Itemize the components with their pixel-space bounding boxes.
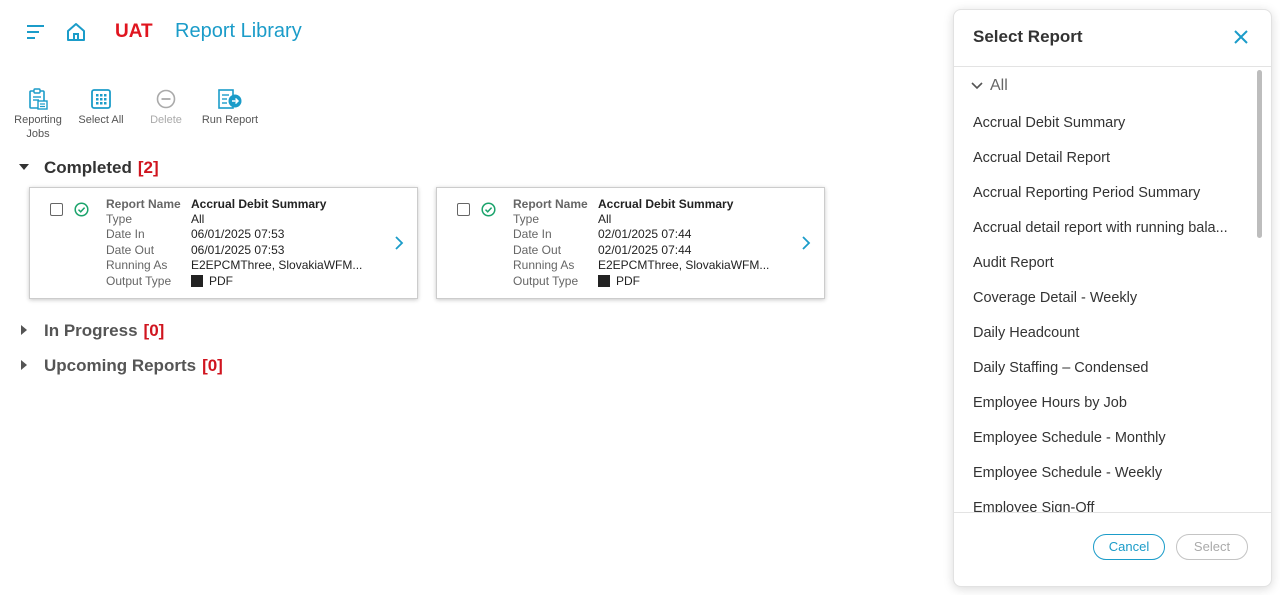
list-item[interactable]: Employee Sign-Off bbox=[973, 500, 1243, 512]
caret-right-icon bbox=[18, 359, 36, 374]
reporting-jobs-button[interactable]: Reporting Jobs bbox=[10, 88, 66, 141]
output-type-label: Output Type bbox=[106, 274, 172, 289]
check-circle-icon bbox=[481, 202, 496, 217]
upcoming-label: Upcoming Reports bbox=[44, 356, 197, 375]
select-report-panel: Select Report All Accrual Debit Summary … bbox=[953, 9, 1272, 587]
page-title: Report Library bbox=[175, 20, 302, 42]
date-in-label: Date In bbox=[106, 227, 145, 242]
reporting-jobs-label: Reporting Jobs bbox=[14, 114, 62, 140]
type-value: All bbox=[191, 212, 205, 227]
in-progress-label: In Progress bbox=[44, 321, 138, 340]
report-list: All Accrual Debit Summary Accrual Detail… bbox=[954, 67, 1254, 512]
grid-select-icon bbox=[91, 89, 111, 109]
date-in-value: 02/01/2025 07:44 bbox=[598, 227, 692, 242]
completed-label: Completed bbox=[44, 158, 132, 177]
date-out-value: 06/01/2025 07:53 bbox=[191, 242, 285, 257]
caret-right-icon bbox=[18, 324, 36, 339]
type-label: Type bbox=[106, 212, 133, 227]
panel-title: Select Report bbox=[973, 27, 1083, 46]
date-out-label: Date Out bbox=[106, 242, 155, 257]
select-all-button[interactable]: Select All bbox=[76, 88, 126, 127]
in-progress-count: [0] bbox=[143, 321, 165, 340]
clipboard-icon bbox=[29, 88, 48, 110]
scrollbar[interactable] bbox=[1257, 67, 1263, 512]
completed-section-toggle[interactable]: Completed [2] bbox=[18, 158, 159, 178]
date-out-value: 02/01/2025 07:44 bbox=[598, 242, 692, 257]
report-card[interactable]: Report Name Accrual Debit Summary Type All… bbox=[29, 187, 418, 299]
list-item[interactable]: Audit Report bbox=[973, 255, 1243, 271]
upcoming-count: [0] bbox=[202, 356, 223, 375]
chevron-right-icon[interactable] bbox=[800, 235, 812, 251]
list-item[interactable]: Accrual Reporting Period Summary bbox=[973, 185, 1243, 201]
list-item[interactable]: Employee Schedule - Weekly bbox=[973, 465, 1243, 481]
upcoming-section-toggle[interactable]: Upcoming Reports [0] bbox=[18, 356, 223, 376]
divider bbox=[954, 512, 1271, 513]
check-circle-icon bbox=[74, 202, 89, 217]
list-item[interactable]: Daily Staffing – Condensed bbox=[973, 360, 1243, 376]
delete-label: Delete bbox=[150, 114, 182, 126]
type-label: Type bbox=[513, 212, 540, 227]
environment-label: UAT bbox=[115, 21, 153, 42]
list-item[interactable]: Accrual Debit Summary bbox=[973, 115, 1243, 131]
output-type-value: PDF bbox=[209, 274, 233, 289]
running-as-label: Running As bbox=[513, 257, 575, 272]
caret-down-icon bbox=[18, 161, 36, 176]
list-item[interactable]: Accrual Detail Report bbox=[973, 150, 1243, 166]
run-report-button[interactable]: Run Report bbox=[198, 88, 262, 127]
card-checkbox[interactable] bbox=[50, 203, 63, 216]
date-out-label: Date Out bbox=[513, 242, 562, 257]
output-type-label: Output Type bbox=[513, 274, 579, 289]
run-report-label: Run Report bbox=[201, 114, 259, 126]
cancel-button[interactable]: Cancel bbox=[1093, 534, 1165, 560]
chevron-right-icon[interactable] bbox=[393, 235, 405, 251]
output-type-value: PDF bbox=[616, 274, 640, 289]
in-progress-section-toggle[interactable]: In Progress [0] bbox=[18, 321, 164, 341]
report-card[interactable]: Report Name Accrual Debit Summary Type All… bbox=[436, 187, 825, 299]
pdf-icon bbox=[598, 275, 610, 288]
list-item[interactable]: Employee Hours by Job bbox=[973, 395, 1243, 411]
top-bar: UAT Report Library bbox=[0, 0, 940, 64]
list-item[interactable]: Accrual detail report with running bala.… bbox=[973, 220, 1243, 236]
close-icon[interactable] bbox=[1232, 28, 1250, 46]
running-as-label: Running As bbox=[106, 257, 168, 272]
list-item[interactable]: Daily Headcount bbox=[973, 325, 1243, 341]
minus-circle-icon bbox=[156, 89, 176, 109]
run-report-icon bbox=[218, 89, 242, 109]
running-as-value: E2EPCMThree, SlovakiaWFM... bbox=[191, 257, 363, 272]
card-fields: Report Name Accrual Debit Summary Type All… bbox=[513, 197, 770, 289]
select-all-label: Select All bbox=[78, 114, 124, 126]
card-fields: Report Name Accrual Debit Summary Type All… bbox=[106, 197, 363, 289]
report-name-value: Accrual Debit Summary bbox=[598, 197, 734, 211]
pdf-icon bbox=[191, 275, 203, 288]
running-as-value: E2EPCMThree, SlovakiaWFM... bbox=[598, 257, 770, 272]
date-in-label: Date In bbox=[513, 227, 552, 242]
completed-count: [2] bbox=[137, 158, 159, 177]
scrollbar-thumb[interactable] bbox=[1257, 70, 1262, 238]
list-item[interactable]: Coverage Detail - Weekly bbox=[973, 290, 1243, 306]
hamburger-icon[interactable] bbox=[26, 22, 46, 42]
report-name-label: Report Name bbox=[513, 197, 588, 211]
chevron-down-icon bbox=[971, 82, 983, 90]
report-name-value: Accrual Debit Summary bbox=[191, 197, 327, 211]
report-name-label: Report Name bbox=[106, 197, 181, 211]
delete-button[interactable]: Delete bbox=[144, 88, 188, 127]
all-label: All bbox=[990, 77, 1008, 94]
card-checkbox[interactable] bbox=[457, 203, 470, 216]
home-icon[interactable] bbox=[65, 21, 87, 43]
select-button[interactable]: Select bbox=[1176, 534, 1248, 560]
all-group-toggle[interactable]: All bbox=[970, 77, 1008, 95]
list-item[interactable]: Employee Schedule - Monthly bbox=[973, 430, 1243, 446]
type-value: All bbox=[598, 212, 612, 227]
date-in-value: 06/01/2025 07:53 bbox=[191, 227, 285, 242]
